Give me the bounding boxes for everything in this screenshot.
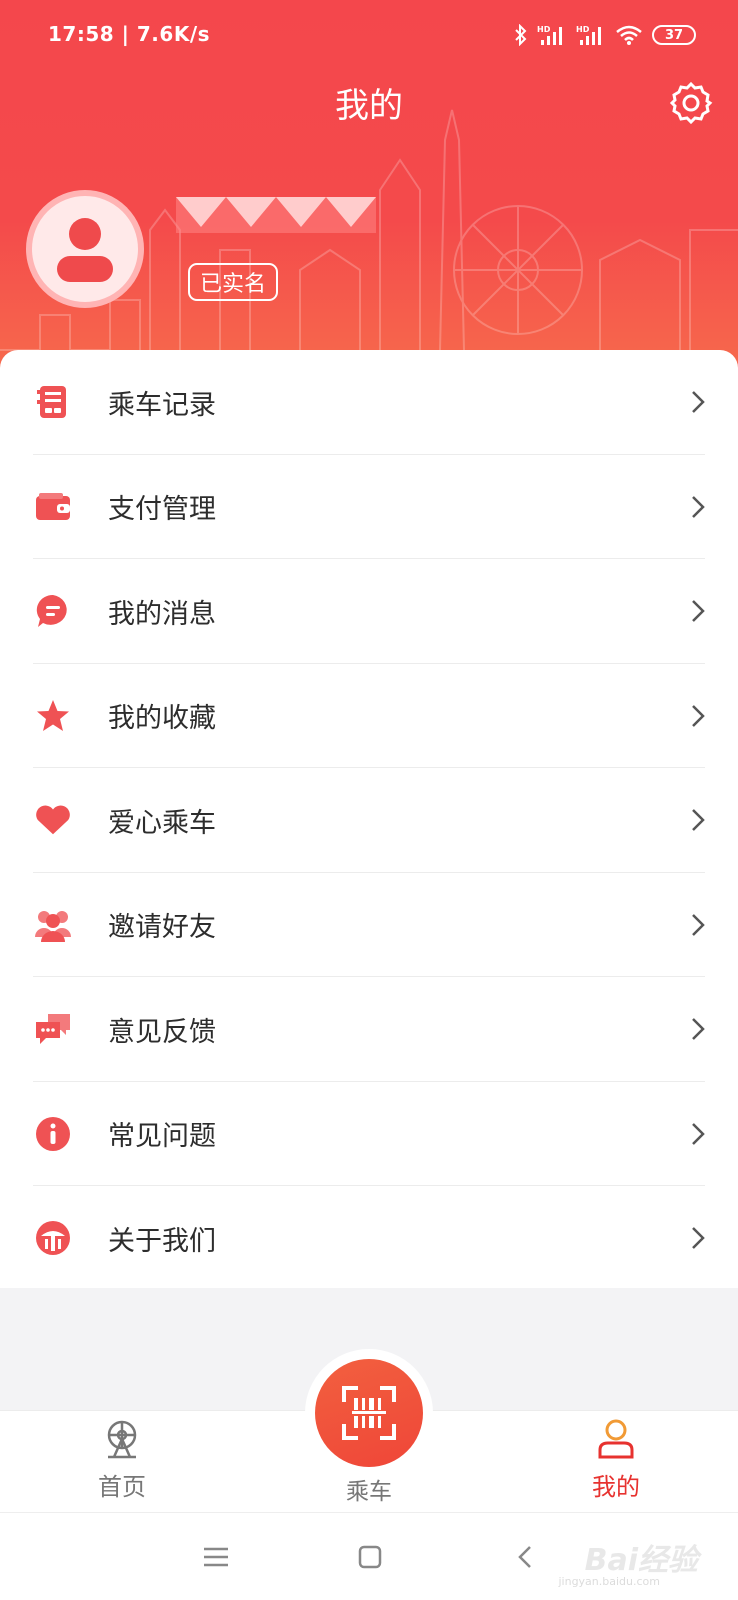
menu-item-label: 邀请好友	[108, 912, 216, 944]
status-time: 17:58 | 7.6K/s	[48, 22, 211, 46]
about-icon	[34, 1219, 72, 1257]
friends-icon	[34, 906, 72, 944]
chevron-right-icon	[692, 600, 705, 623]
tab-ride-scan-button[interactable]	[315, 1359, 423, 1467]
system-nav-bar: Bai经验 jingyan.baidu.com	[0, 1512, 738, 1600]
page-title: 我的	[335, 86, 403, 126]
hd-signal-icon: HD	[576, 25, 601, 45]
chevron-right-icon	[692, 1018, 705, 1041]
bluetooth-icon	[515, 24, 527, 46]
back-icon[interactable]	[508, 1539, 544, 1575]
menu-item-label: 我的收藏	[108, 703, 216, 735]
status-icons: HD HD 37	[514, 20, 696, 50]
svg-text:HD: HD	[576, 25, 590, 34]
profile-header: 17:58 | 7.6K/s HD HD 37 我的 已实名	[0, 0, 738, 400]
chevron-right-icon	[692, 1227, 705, 1250]
menu-item-love-ride[interactable]: 爱心乘车	[0, 768, 738, 873]
feedback-icon	[34, 1010, 72, 1048]
menu-item-messages[interactable]: 我的消息	[0, 559, 738, 664]
menu-list: 乘车记录 支付管理 我的消息 我的收藏 爱心乘车 邀请好友 意见反馈 常见问题 …	[0, 350, 738, 1288]
avatar[interactable]	[26, 190, 144, 308]
person-icon	[57, 218, 113, 282]
menu-item-label: 支付管理	[108, 494, 216, 526]
ride-record-icon	[34, 383, 72, 421]
menu-item-label: 意见反馈	[108, 1016, 216, 1048]
gear-icon[interactable]	[668, 80, 714, 126]
ferris-wheel-icon	[107, 1420, 137, 1459]
battery-icon: 37	[652, 25, 696, 45]
watermark-url: jingyan.baidu.com	[558, 1575, 660, 1588]
chevron-right-icon	[692, 913, 705, 936]
menu-item-favorites[interactable]: 我的收藏	[0, 664, 738, 769]
user-icon	[598, 1419, 634, 1459]
tab-home[interactable]: 首页	[62, 1411, 182, 1513]
watermark-logo: Bai经验	[584, 1543, 698, 1578]
wifi-icon	[616, 25, 642, 45]
menu-item-label: 常见问题	[108, 1121, 216, 1153]
chevron-right-icon	[692, 495, 705, 518]
menu-item-ride-record[interactable]: 乘车记录	[0, 350, 738, 455]
wallet-icon	[34, 488, 72, 526]
chevron-right-icon	[692, 391, 705, 414]
menu-item-label: 我的消息	[108, 598, 216, 630]
tab-mine-label: 我的	[592, 1473, 640, 1501]
heart-icon	[34, 801, 72, 839]
qr-scan-icon	[342, 1386, 396, 1440]
menu-item-label: 关于我们	[108, 1225, 216, 1257]
svg-text:HD: HD	[537, 25, 551, 34]
info-icon	[34, 1115, 72, 1153]
home-square-icon[interactable]	[352, 1539, 388, 1575]
chevron-right-icon	[692, 704, 705, 727]
tab-home-label: 首页	[98, 1473, 146, 1501]
status-bar: 17:58 | 7.6K/s HD HD 37	[0, 0, 738, 70]
menu-item-faq[interactable]: 常见问题	[0, 1082, 738, 1187]
menu-item-payment[interactable]: 支付管理	[0, 455, 738, 560]
tab-ride-label: 乘车	[346, 1479, 392, 1505]
menu-item-label: 爱心乘车	[108, 807, 216, 839]
menu-item-invite[interactable]: 邀请好友	[0, 873, 738, 978]
verified-badge: 已实名	[188, 263, 279, 301]
hd-signal-icon: HD	[537, 25, 562, 45]
chevron-right-icon	[692, 809, 705, 832]
menu-item-about[interactable]: 关于我们	[0, 1186, 738, 1291]
chevron-right-icon	[692, 1122, 705, 1145]
message-icon	[34, 592, 72, 630]
tab-mine[interactable]: 我的	[556, 1411, 676, 1513]
menu-icon[interactable]	[198, 1539, 234, 1575]
menu-item-feedback[interactable]: 意见反馈	[0, 977, 738, 1082]
menu-item-label: 乘车记录	[108, 389, 216, 421]
masked-username	[176, 197, 376, 233]
star-icon	[34, 697, 72, 735]
